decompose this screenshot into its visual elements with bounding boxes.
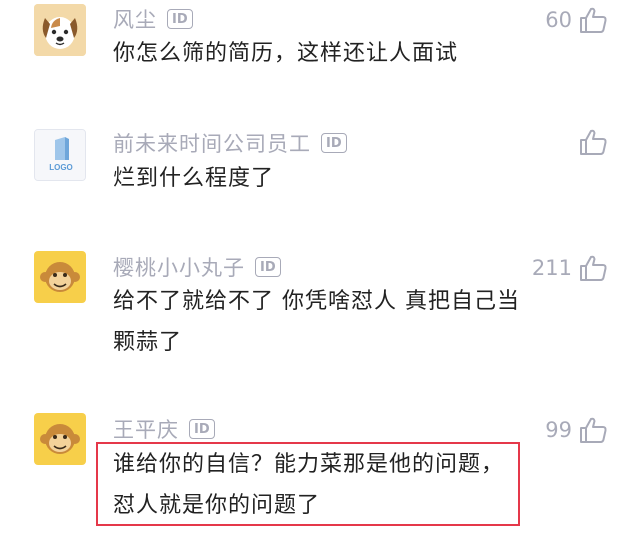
comment-text: 你怎么筛的简历，这样还让人面试 [113, 33, 573, 74]
avatar[interactable]: LOGO [34, 129, 86, 181]
like-count: 60 [545, 8, 572, 32]
avatar[interactable] [34, 4, 86, 56]
name-row: 王平庆 ID [113, 415, 215, 443]
username[interactable]: 前未来时间公司员工 [113, 128, 311, 158]
username[interactable]: 王平庆 [113, 414, 179, 444]
like-button[interactable]: 60 [545, 4, 608, 36]
monkey-avatar-icon [34, 251, 86, 303]
like-count: 211 [531, 256, 572, 280]
avatar[interactable] [34, 251, 86, 303]
logo-placeholder-avatar: LOGO [35, 130, 85, 180]
username[interactable]: 樱桃小小丸子 [113, 252, 245, 282]
id-badge: ID [189, 419, 215, 439]
comment-text-line: 给不了就给不了 你凭啥怼人 真把自己当 [113, 289, 520, 314]
id-badge: ID [321, 133, 347, 153]
comment-text-line: 颗蒜了 [113, 330, 183, 355]
thumbs-up-icon[interactable] [578, 415, 608, 445]
thumbs-up-icon[interactable] [578, 127, 608, 157]
like-button[interactable]: 99 [545, 414, 608, 446]
name-row: 前未来时间公司员工 ID [113, 129, 347, 157]
like-count: 99 [545, 418, 572, 442]
logo-text: LOGO [49, 163, 73, 172]
comment-text: 烂到什么程度了 [113, 158, 573, 199]
thumbs-up-icon[interactable] [578, 5, 608, 35]
comment-text: 给不了就给不了 你凭啥怼人 真把自己当 颗蒜了 [113, 281, 573, 363]
monkey-avatar-icon [34, 413, 86, 465]
comment-text-line: 烂到什么程度了 [113, 166, 275, 191]
thumbs-up-icon[interactable] [578, 253, 608, 283]
dog-avatar-icon [34, 4, 86, 56]
like-button[interactable]: 211 [532, 252, 608, 284]
id-badge: ID [167, 9, 193, 29]
avatar[interactable] [34, 413, 86, 465]
highlight-box [96, 442, 520, 526]
id-badge: ID [255, 257, 281, 277]
username[interactable]: 风尘 [113, 4, 157, 34]
like-button[interactable] [578, 126, 608, 158]
comment-text-line: 你怎么筛的简历，这样还让人面试 [113, 41, 459, 66]
name-row: 风尘 ID [113, 5, 193, 33]
name-row: 樱桃小小丸子 ID [113, 253, 281, 281]
